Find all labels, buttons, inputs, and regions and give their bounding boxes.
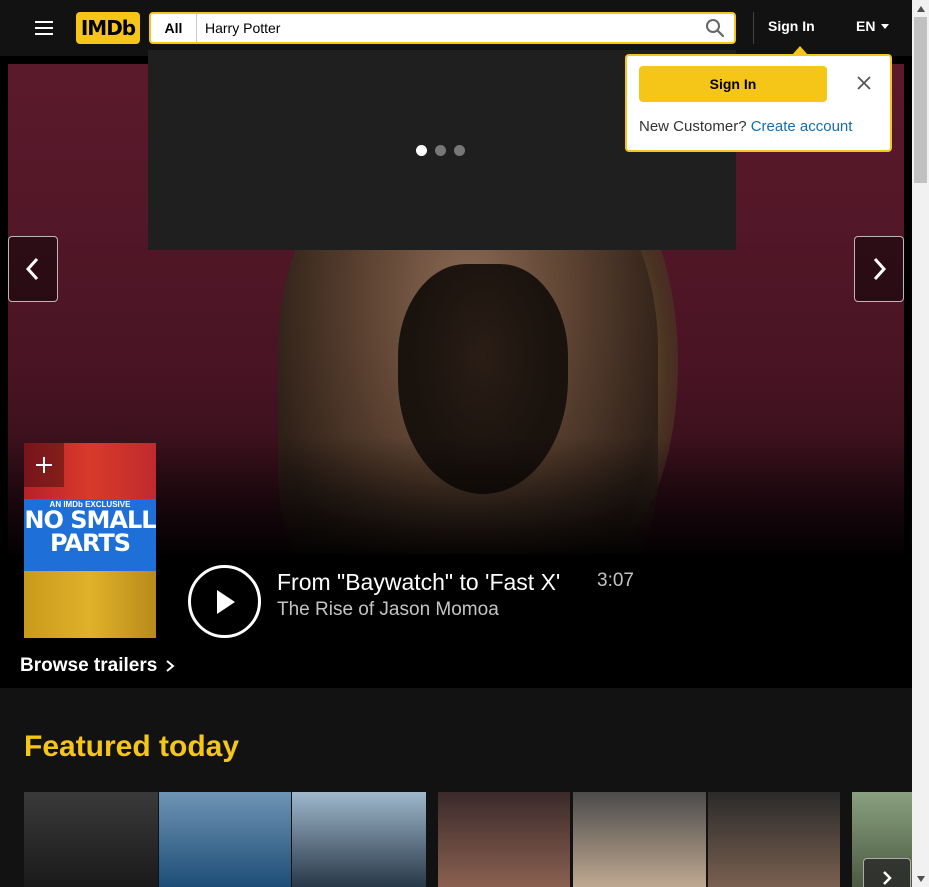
menu-icon[interactable] [26,14,62,42]
new-customer-text: New Customer? Create account [639,118,853,135]
chevron-down-icon [881,23,890,29]
play-icon [216,589,235,614]
scroll-up-icon[interactable] [912,0,929,17]
featured-thumbnail[interactable] [708,792,840,887]
featured-next-button[interactable] [863,858,911,887]
carousel-prev-button[interactable] [8,236,58,302]
sign-in-popup: Sign In New Customer? Create account [625,54,892,152]
header-divider [753,12,754,44]
carousel-next-button[interactable] [854,236,904,302]
featured-title: Featured today [24,730,240,763]
trailer-poster[interactable]: AN IMDb EXCLUSIVE NO SMALL PARTS [24,443,156,638]
featured-thumbnail[interactable] [292,792,426,887]
play-button[interactable] [188,565,261,638]
scrollbar-thumb[interactable] [914,17,927,183]
scroll-down-icon[interactable] [912,870,929,887]
poster-title: NO SMALL PARTS [24,506,156,557]
search-input[interactable] [197,14,696,42]
chevron-right-icon [883,871,892,885]
language-label: EN [856,18,876,34]
browse-trailers-link[interactable]: Browse trailers [20,655,175,677]
add-watchlist-icon[interactable] [24,443,64,487]
trailer-title[interactable]: From "Baywatch" to 'Fast X' [277,569,560,596]
popup-sign-in-button[interactable]: Sign In [639,66,827,102]
search-icon[interactable] [696,14,734,42]
featured-thumbnail[interactable] [438,792,570,887]
featured-thumbnail[interactable] [159,792,291,887]
create-account-link[interactable]: Create account [751,118,853,135]
close-icon[interactable] [853,72,875,94]
trailer-subtitle: The Rise of Jason Momoa [277,599,499,620]
chevron-right-icon [166,660,175,672]
language-selector[interactable]: EN [856,18,890,34]
top-nav-bar: IMDb All Sign In EN [0,0,912,56]
loading-dots [416,145,465,156]
page: IMDb All Sign In EN [0,0,929,887]
search-bar: All [149,12,736,44]
search-category-dropdown[interactable]: All [151,14,197,42]
featured-thumbnail[interactable] [573,792,706,887]
chevron-left-icon [25,257,39,281]
imdb-logo[interactable]: IMDb [76,12,140,44]
chevron-right-icon [873,257,887,281]
sign-in-link[interactable]: Sign In [768,18,815,34]
featured-thumbnail[interactable] [24,792,158,887]
trailer-duration: 3:07 [597,570,634,591]
